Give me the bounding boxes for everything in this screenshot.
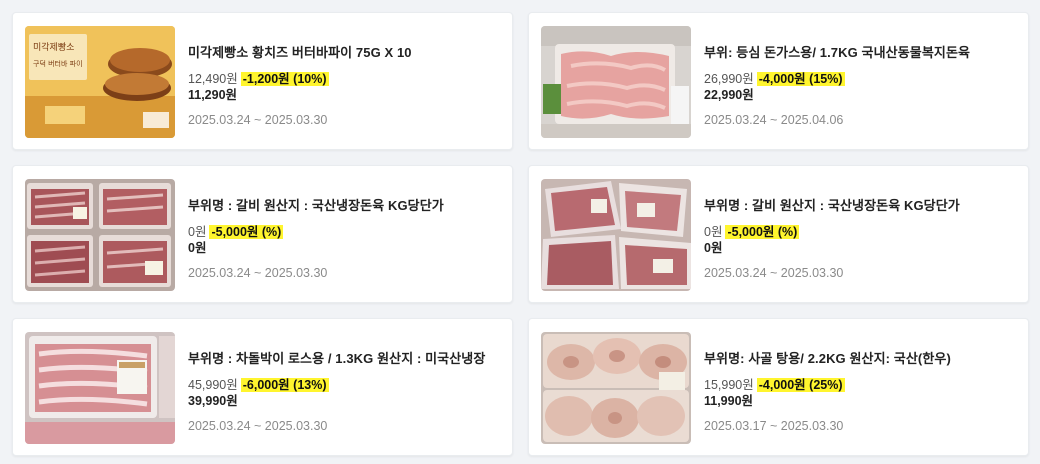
pork-loin-cutlet-photo xyxy=(541,26,691,138)
price-row: 15,990원 -4,000원 (25%) xyxy=(704,377,1022,393)
sale-period: 2025.03.24 ~ 2025.03.30 xyxy=(188,266,328,280)
price-row: 12,490원 -1,200원 (10%) xyxy=(188,71,506,87)
price-row: 45,990원 -6,000원 (13%) xyxy=(188,377,506,393)
svg-text:구덕 버터바 파이: 구덕 버터바 파이 xyxy=(33,59,83,68)
pork-ribs-photo xyxy=(25,179,175,291)
final-price: 39,990원 xyxy=(188,394,238,408)
product-card[interactable]: 부위: 등심 돈가스용/ 1.7KG 국내산동물복지돈육 26,990원 -4,0… xyxy=(528,12,1029,150)
product-image xyxy=(541,179,691,291)
product-title[interactable]: 부위: 등심 돈가스용/ 1.7KG 국내산동물복지돈육 xyxy=(704,45,1022,61)
product-title[interactable]: 부위명 : 갈비 원산지 : 국산냉장돈육 KG당단가 xyxy=(188,198,506,214)
product-image xyxy=(541,26,691,138)
product-card[interactable]: 부위명 : 갈비 원산지 : 국산냉장돈육 KG당단가 0원 -5,000원 (%… xyxy=(528,165,1029,303)
product-image xyxy=(541,332,691,444)
discount-badge: -6,000원 (13%) xyxy=(240,378,329,392)
butter-cheese-pie-box-photo: 미각제빵소 구덕 버터바 파이 xyxy=(25,26,175,138)
discount-badge: -4,000원 (15%) xyxy=(756,72,845,86)
price-row: 0원 -5,000원 (%) xyxy=(704,224,1022,240)
product-card[interactable]: 미각제빵소 구덕 버터바 파이 미각제빵소 황치즈 버터바파이 75G X 10… xyxy=(12,12,513,150)
original-price: 45,990원 xyxy=(188,378,238,392)
beef-brisket-photo xyxy=(25,332,175,444)
sale-period: 2025.03.24 ~ 2025.03.30 xyxy=(188,419,328,433)
final-price: 11,990원 xyxy=(704,394,754,408)
discount-badge: -1,200원 (10%) xyxy=(240,72,329,86)
sale-period: 2025.03.24 ~ 2025.04.06 xyxy=(704,113,844,127)
svg-text:미각제빵소: 미각제빵소 xyxy=(33,41,74,53)
product-grid: 미각제빵소 구덕 버터바 파이 미각제빵소 황치즈 버터바파이 75G X 10… xyxy=(0,0,1040,464)
discount-badge: -4,000원 (25%) xyxy=(756,378,845,392)
final-price: 11,290원 xyxy=(188,88,238,102)
product-card[interactable]: 부위명 : 갈비 원산지 : 국산냉장돈육 KG당단가 0원 -5,000원 (%… xyxy=(12,165,513,303)
final-price: 22,990원 xyxy=(704,88,754,102)
product-card[interactable]: 부위명 : 차돌박이 로스용 / 1.3KG 원산지 : 미국산냉장 45,99… xyxy=(12,318,513,456)
beef-bone-soup-photo xyxy=(541,332,691,444)
sale-period: 2025.03.17 ~ 2025.03.30 xyxy=(704,419,844,433)
original-price: 12,490원 xyxy=(188,72,238,86)
discount-badge: -5,000원 (%) xyxy=(725,225,800,239)
final-price: 0원 xyxy=(188,241,207,255)
product-card[interactable]: 부위명: 사골 탕용/ 2.2KG 원산지: 국산(한우) 15,990원 -4,… xyxy=(528,318,1029,456)
product-image xyxy=(25,332,175,444)
final-price: 0원 xyxy=(704,241,723,255)
price-row: 26,990원 -4,000원 (15%) xyxy=(704,71,1022,87)
product-title[interactable]: 부위명 : 갈비 원산지 : 국산냉장돈육 KG당단가 xyxy=(704,198,1022,214)
product-title[interactable]: 미각제빵소 황치즈 버터바파이 75G X 10 xyxy=(188,45,506,61)
product-title[interactable]: 부위명 : 차돌박이 로스용 / 1.3KG 원산지 : 미국산냉장 xyxy=(188,351,506,367)
original-price: 26,990원 xyxy=(704,72,754,86)
price-row: 0원 -5,000원 (%) xyxy=(188,224,506,240)
product-title[interactable]: 부위명: 사골 탕용/ 2.2KG 원산지: 국산(한우) xyxy=(704,351,1022,367)
original-price: 0원 xyxy=(704,225,723,239)
sale-period: 2025.03.24 ~ 2025.03.30 xyxy=(704,266,844,280)
discount-badge: -5,000원 (%) xyxy=(209,225,284,239)
pork-ribs-packs-photo xyxy=(541,179,691,291)
original-price: 15,990원 xyxy=(704,378,754,392)
original-price: 0원 xyxy=(188,225,207,239)
product-image: 미각제빵소 구덕 버터바 파이 xyxy=(25,26,175,138)
sale-period: 2025.03.24 ~ 2025.03.30 xyxy=(188,113,328,127)
product-image xyxy=(25,179,175,291)
